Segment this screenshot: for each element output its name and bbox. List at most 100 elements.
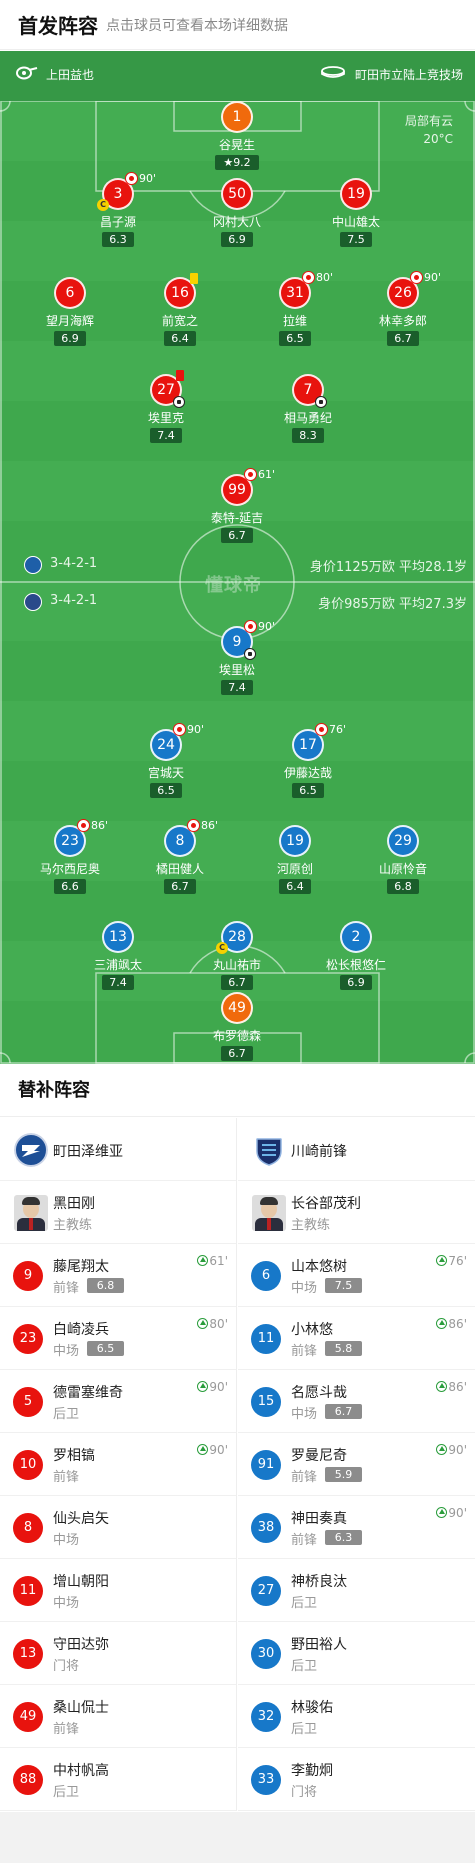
shirt-number: 9 — [13, 1261, 43, 1291]
sub-player-row[interactable]: 15 名愿斗哉 中场 6.7 86' — [238, 1370, 475, 1433]
player-home[interactable]: 7 相马勇纪 8.3 — [258, 374, 358, 450]
player-rating: 7.5 — [340, 232, 372, 247]
sub-time: 76' — [329, 723, 347, 736]
away-club-logo — [24, 593, 42, 611]
player-position: 门将 — [53, 1659, 80, 1674]
home-club-row[interactable]: 町田泽维亚 — [0, 1118, 236, 1181]
sub-player-row[interactable]: 5 德雷塞维奇 后卫 90' — [0, 1370, 236, 1433]
sub-time: 86' — [201, 819, 219, 832]
subs-title: 替补阵容 — [0, 1065, 475, 1117]
player-name: 伊藤达哉 — [283, 766, 332, 780]
player-away[interactable]: 9 90' 埃里松 7.4 — [187, 620, 287, 702]
sub-in-time: 61' — [209, 1254, 228, 1268]
sub-in-info: 86' — [436, 1317, 467, 1331]
player-away[interactable]: 13 三浦飒太 7.4 — [68, 921, 168, 997]
coach-name: 黑田刚 — [53, 1196, 95, 1212]
player-home[interactable]: 6 望月海辉 6.9 — [20, 277, 120, 353]
player-away[interactable]: 17 76' 伊藤达哉 6.5 — [258, 723, 358, 805]
player-rating: 6.7 — [221, 528, 253, 543]
pitch: 上田益也 町田市立陆上竞技场 局部有云 20°C 懂球帝 3-4-2-1 身价1… — [0, 51, 475, 1064]
sub-player-row[interactable]: 33 李勤炯 门将 — [238, 1748, 475, 1811]
sub-player-row[interactable]: 6 山本悠树 中场 7.5 76' — [238, 1244, 475, 1307]
player-away[interactable]: 24 90' 宫城天 6.5 — [116, 723, 216, 805]
away-club-row[interactable]: 川崎前锋 — [238, 1118, 475, 1181]
sub-player-row[interactable]: 30 野田裕人 后卫 — [238, 1622, 475, 1685]
sub-player-row[interactable]: 11 小林悠 前锋 5.8 86' — [238, 1307, 475, 1370]
player-away[interactable]: 28 C 丸山祐市 6.7 — [187, 921, 287, 997]
home-coach-row[interactable]: 黑田刚 主教练 — [0, 1181, 236, 1244]
player-home[interactable]: 16 前宽之 6.4 — [130, 273, 230, 353]
sub-in-icon — [197, 1444, 209, 1455]
shirt-number: 2 — [340, 921, 372, 953]
sub-player-row[interactable]: 13 守田达弥 门将 — [0, 1622, 236, 1685]
player-home[interactable]: 19 中山雄太 7.5 — [306, 178, 406, 254]
sub-out-icon — [173, 723, 186, 736]
player-home[interactable]: 50 冈村大八 6.9 — [187, 178, 287, 254]
shirt-number: 91 — [251, 1450, 281, 1480]
player-name: 山原怜音 — [378, 862, 427, 876]
shirt-number: 88 — [13, 1765, 43, 1795]
sub-player-row[interactable]: 9 藤尾翔太 前锋 6.8 61' — [0, 1244, 236, 1307]
player-name: 中村帆高 — [53, 1763, 109, 1779]
weather-text: 局部有云 — [404, 114, 453, 128]
home-club-logo — [24, 556, 42, 574]
away-coach-row[interactable]: 长谷部茂利 主教练 — [238, 1181, 475, 1244]
player-name: 拉维 — [282, 314, 307, 328]
sub-player-row[interactable]: 88 中村帆高 后卫 — [0, 1748, 236, 1811]
sub-in-info: 76' — [436, 1254, 467, 1268]
player-name: 增山朝阳 — [53, 1574, 109, 1590]
sub-out-icon — [410, 271, 423, 284]
player-home[interactable]: 26 90' 林幸多郎 6.7 — [353, 271, 453, 353]
player-rating: 6.4 — [279, 879, 311, 894]
player-rating: 6.5 — [87, 1341, 124, 1356]
player-away[interactable]: 29 山原怜音 6.8 — [353, 825, 453, 901]
sub-player-row[interactable]: 27 神桥良汰 后卫 — [238, 1559, 475, 1622]
shirt-number: 49 — [221, 992, 253, 1024]
away-club-logo — [256, 1138, 282, 1166]
sub-time: 90' — [424, 271, 442, 284]
sub-player-row[interactable]: 23 白崎凌兵 中场 6.5 80' — [0, 1307, 236, 1370]
sub-time: 90' — [258, 620, 276, 633]
player-rating: 8.3 — [292, 428, 324, 443]
sub-player-row[interactable]: 49 桑山侃士 前锋 — [0, 1685, 236, 1748]
player-rating: 6.7 — [164, 879, 196, 894]
sub-out-icon — [244, 620, 257, 633]
home-formation: 3-4-2-1 — [50, 556, 98, 571]
player-rating: 6.8 — [87, 1278, 124, 1293]
shirt-number: 38 — [251, 1513, 281, 1543]
player-name: 白崎凌兵 — [53, 1322, 109, 1338]
player-home[interactable]: 99 61' 泰特-延吉 6.7 — [187, 468, 287, 550]
player-home[interactable]: 31 80' 拉维 6.5 — [245, 271, 345, 353]
shirt-number: 8 — [13, 1513, 43, 1543]
sub-in-time: 90' — [448, 1443, 467, 1457]
player-away-gk[interactable]: 49 布罗德森 6.7 — [187, 992, 287, 1064]
sub-player-row[interactable]: 91 罗曼尼奇 前锋 5.9 90' — [238, 1433, 475, 1496]
sub-in-time: 86' — [448, 1380, 467, 1394]
player-home[interactable]: 3 C 90' 昌子源 6.3 — [68, 172, 168, 254]
coach-name: 长谷部茂利 — [291, 1196, 361, 1212]
sub-player-row[interactable]: 10 罗相镐 前锋 90' — [0, 1433, 236, 1496]
shirt-number: 11 — [251, 1324, 281, 1354]
lineup-header: 首发阵容 点击球员可查看本场详细数据 — [0, 0, 475, 50]
player-name: 罗曼尼奇 — [291, 1448, 347, 1464]
player-rating: 6.8 — [387, 879, 419, 894]
sub-in-icon — [436, 1444, 448, 1455]
player-away[interactable]: 8 86' 橘田健人 6.7 — [130, 819, 230, 901]
sub-in-info: 90' — [436, 1506, 467, 1520]
player-away[interactable]: 19 河原创 6.4 — [245, 825, 345, 901]
player-away[interactable]: 2 松长根悠仁 6.9 — [306, 921, 406, 997]
sub-player-row[interactable]: 8 仙头启矢 中场 — [0, 1496, 236, 1559]
sub-player-row[interactable]: 32 林骏佑 后卫 — [238, 1685, 475, 1748]
sub-player-row[interactable]: 11 增山朝阳 中场 — [0, 1559, 236, 1622]
player-name: 三浦飒太 — [93, 958, 142, 972]
player-away[interactable]: 23 86' 马尔西尼奥 6.6 — [20, 819, 120, 901]
coach-avatar — [252, 1195, 286, 1231]
player-home[interactable]: 27 埃里克 7.4 — [116, 370, 216, 450]
sub-player-row[interactable]: 38 神田奏真 前锋 6.3 90' — [238, 1496, 475, 1559]
player-home-gk[interactable]: 1 谷晃生 ★9.2 — [187, 101, 287, 177]
sub-out-icon — [302, 271, 315, 284]
player-position: 前锋 — [53, 1281, 80, 1296]
assist-icon — [315, 396, 327, 408]
player-name: 桑山侃士 — [53, 1700, 109, 1716]
sub-in-info: 90' — [197, 1443, 228, 1457]
